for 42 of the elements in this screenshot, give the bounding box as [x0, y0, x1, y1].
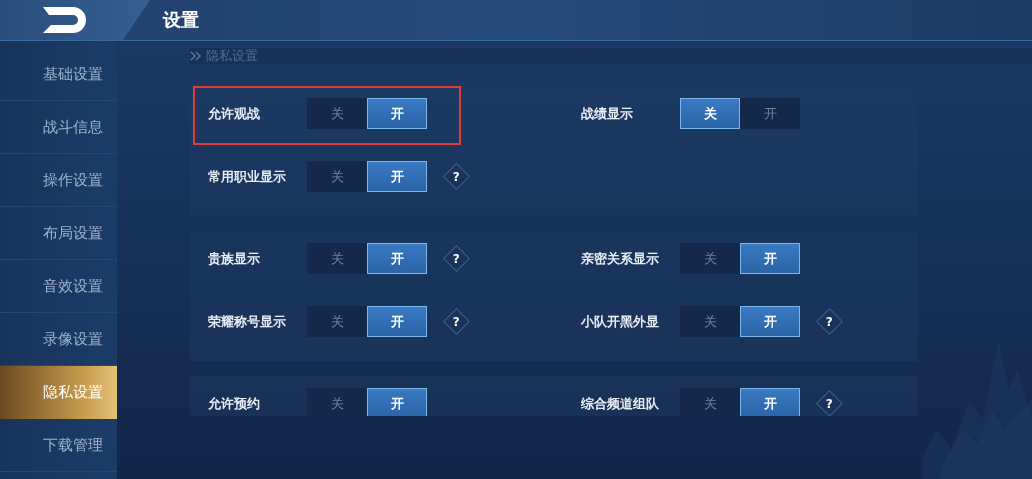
sidebar-item[interactable]: 战斗信息 [0, 101, 117, 154]
toggle-option[interactable]: 关 [680, 388, 740, 416]
toggle-option[interactable]: 开 [367, 161, 427, 192]
page-title: 设置 [163, 8, 199, 32]
setting-label: 荣耀称号显示 [208, 312, 287, 331]
help-icon[interactable]: ? [443, 245, 470, 272]
toggle-option[interactable]: 开 [367, 98, 427, 129]
sidebar-item[interactable]: 基础设置 [0, 48, 117, 101]
toggle-option[interactable]: 关 [307, 98, 367, 129]
help-icon[interactable]: ? [816, 308, 843, 335]
setting-label: 战绩显示 [581, 104, 634, 123]
toggle-option[interactable]: 关 [680, 306, 740, 337]
toggle-option[interactable]: 开 [740, 306, 800, 337]
setting-label: 综合频道组队 [581, 394, 660, 413]
toggle-option[interactable]: 开 [740, 98, 800, 129]
toggle-option[interactable]: 开 [740, 388, 800, 416]
toggle-option[interactable]: 关 [307, 388, 367, 416]
help-icon[interactable]: ? [443, 308, 470, 335]
setting-label: 常用职业显示 [208, 167, 287, 186]
chevron-icon [190, 51, 202, 61]
sidebar-item[interactable]: 音效设置 [0, 260, 117, 313]
toggle-option[interactable]: 开 [367, 243, 427, 274]
setting-label: 亲密关系显示 [581, 249, 660, 268]
toggle-option[interactable]: 开 [740, 243, 800, 274]
toggle-option[interactable]: 关 [307, 161, 367, 192]
setting-label: 贵族显示 [208, 249, 261, 268]
help-icon[interactable]: ? [816, 390, 843, 416]
toggle-option[interactable]: 关 [307, 243, 367, 274]
sidebar-item[interactable]: 隐私设置 [0, 366, 117, 419]
setting-label: 允许预约 [208, 394, 261, 413]
toggle-option[interactable]: 开 [367, 388, 427, 416]
section-title: 隐私设置 [206, 47, 258, 65]
toggle-option[interactable]: 关 [307, 306, 367, 337]
setting-label: 允许观战 [208, 104, 261, 123]
sidebar-item[interactable]: 操作设置 [0, 154, 117, 207]
sidebar-item[interactable]: 下载管理 [0, 419, 117, 472]
help-icon[interactable]: ? [443, 163, 470, 190]
toggle-option[interactable]: 关 [680, 243, 740, 274]
toggle-option[interactable]: 开 [367, 306, 427, 337]
setting-label: 小队开黑外显 [581, 312, 660, 331]
toggle-option[interactable]: 关 [680, 98, 740, 129]
sidebar-item[interactable]: 布局设置 [0, 207, 117, 260]
